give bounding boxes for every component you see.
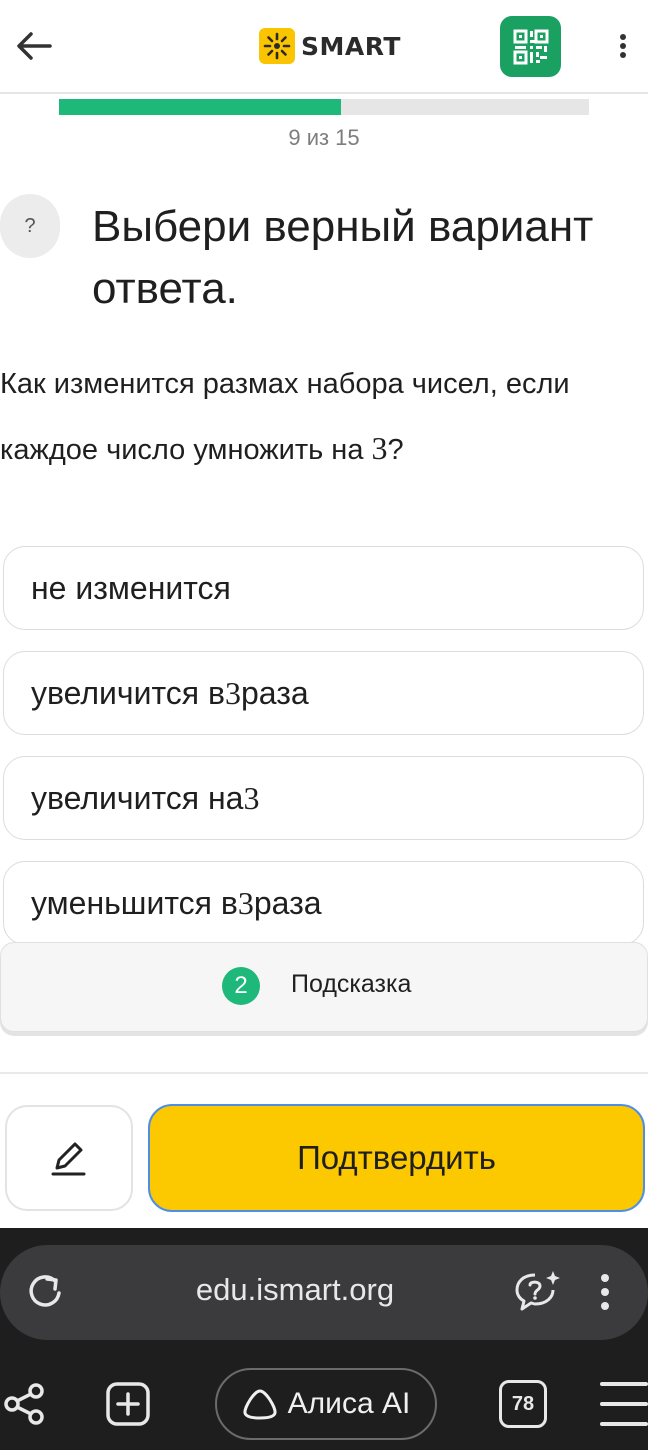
answer-text-end: раза [253,884,322,921]
back-arrow-icon[interactable] [10,22,58,70]
answer-text: не изменится [31,569,231,606]
help-button[interactable]: ? [0,194,60,258]
smart-logo: SMART [259,28,401,64]
qr-code-icon [513,29,548,64]
brand-name: SMART [301,31,401,61]
ai-assistant-icon[interactable] [512,1266,562,1316]
draft-button[interactable] [5,1105,133,1211]
vertical-dots-icon[interactable] [606,26,640,66]
task-title: Выбери верный вариант ответа. [92,202,594,313]
answer-math-number: 3 [224,674,241,711]
answer-option-1[interactable]: не изменится [3,546,644,630]
progress-bar [59,99,589,115]
hint-label: Подсказка [291,970,412,998]
progress-fill [59,99,342,115]
answer-math-number: 3 [243,779,260,816]
new-tab-icon[interactable] [104,1380,152,1428]
answer-text: уменьшится в [31,884,238,921]
hint-count-badge: 2 [222,967,260,1005]
hamburger-menu-icon[interactable] [600,1382,648,1426]
answer-text: увеличится на [31,779,244,816]
share-icon[interactable] [0,1380,48,1428]
confirm-button[interactable]: Подтвердить [148,1104,645,1212]
question-text-end: ? [387,434,404,466]
answer-option-3[interactable]: увеличится на 3 [3,756,644,840]
alice-logo-icon [243,1389,277,1420]
answer-text: увеличится в [31,674,225,711]
answer-option-2[interactable]: увеличится в 3 раза [3,651,644,735]
qr-code-button[interactable] [500,16,561,77]
sun-logo-icon [259,28,295,64]
answer-option-4[interactable]: уменьшится в 3 раза [3,861,644,945]
question-text-part: Как изменится размах набора чисел, если … [0,368,570,466]
alice-label: Алиса AI [287,1387,411,1420]
progress-counter: 9 из 15 [288,125,360,150]
url-text[interactable]: edu.ismart.org [0,1272,590,1308]
question-text: Как изменится размах набора чисел, если … [0,352,640,482]
alice-ai-button[interactable]: Алиса AI [215,1368,437,1440]
answer-math-number: 3 [237,884,254,921]
question-math-number: 3 [371,430,388,466]
divider [0,1072,648,1074]
pencil-icon [51,1142,86,1176]
answer-text-end: раза [240,674,309,711]
tabs-counter[interactable]: 78 [499,1380,547,1428]
vertical-dots-icon[interactable] [590,1268,620,1316]
